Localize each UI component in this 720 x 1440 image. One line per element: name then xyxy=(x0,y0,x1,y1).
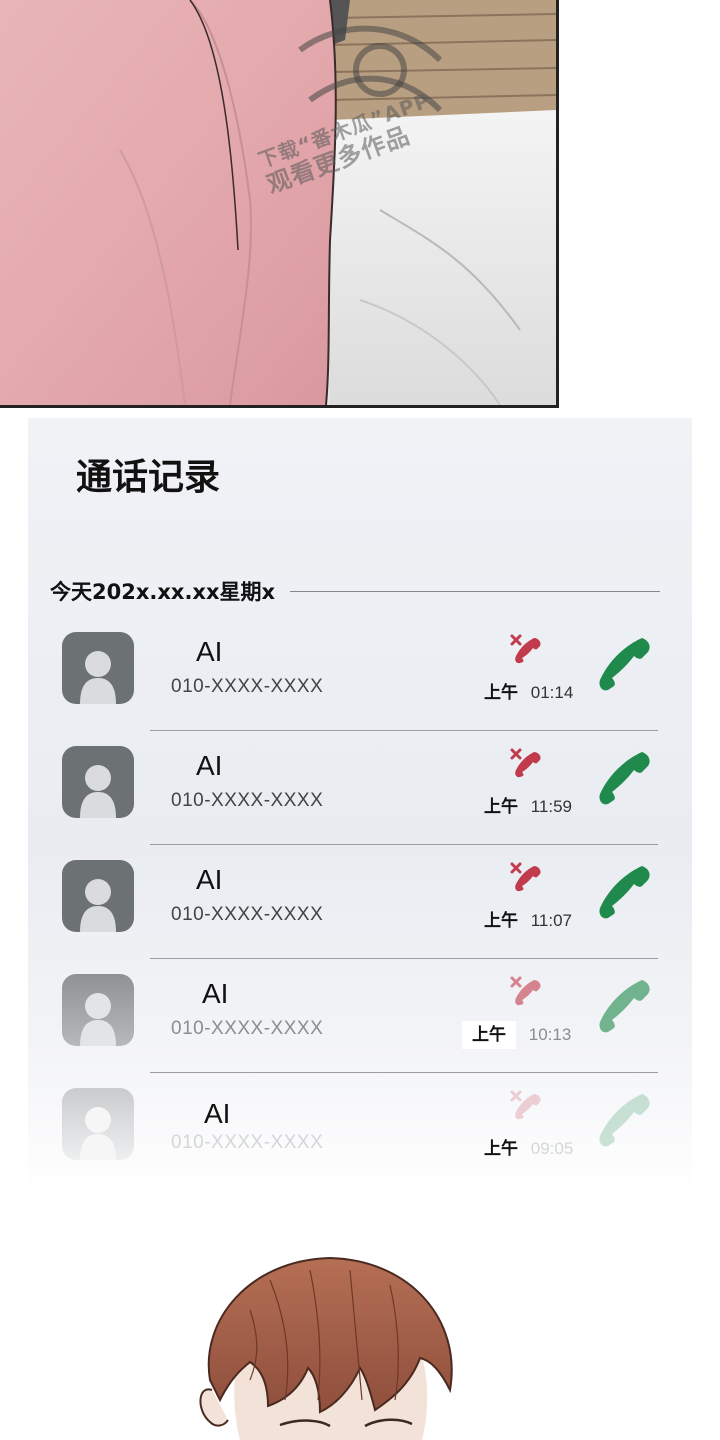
person-icon xyxy=(80,1107,116,1160)
comic-panel-top: 下载“番木瓜”APP 观看更多作品 xyxy=(0,0,559,408)
call-entry[interactable]: AI 010-XXXX-XXXX 上午 10:13 xyxy=(28,960,692,1073)
phone-number: 010-XXXX-XXXX xyxy=(171,676,324,697)
time-value: 01:14 xyxy=(530,683,574,702)
time-value: 09:05 xyxy=(530,1139,574,1158)
time-value: 11:07 xyxy=(530,911,573,930)
phone-call-icon[interactable] xyxy=(596,748,654,806)
person-icon xyxy=(80,765,116,818)
row-divider xyxy=(150,958,658,959)
avatar xyxy=(62,1088,134,1160)
call-time: 上午 01:14 xyxy=(484,678,573,703)
phone-number: 010-XXXX-XXXX xyxy=(171,904,324,925)
avatar xyxy=(62,632,134,704)
phone-number: 010-XXXX-XXXX xyxy=(171,1018,324,1039)
time-value: 11:59 xyxy=(530,797,573,816)
phone-call-icon[interactable] xyxy=(596,862,654,920)
contact-name: AI xyxy=(196,750,223,781)
call-entry[interactable]: AI 010-XXXX-XXXX 上午 11:59 xyxy=(28,732,692,845)
call-entry[interactable]: AI 010-XXXX-XXXX 上午 09:05 xyxy=(28,1074,692,1187)
date-header: 今天202x.xx.xx星期x xyxy=(50,576,660,606)
call-log-title: 通话记录 xyxy=(76,457,221,498)
row-divider xyxy=(150,730,658,731)
missed-call-icon xyxy=(510,634,541,664)
call-time: 上午 11:07 xyxy=(484,906,572,931)
person-icon xyxy=(80,879,116,932)
row-divider xyxy=(150,844,658,845)
phone-number: 010-XXXX-XXXX xyxy=(171,1132,324,1153)
time-ampm: 上午 xyxy=(484,1139,518,1159)
contact-name: AI xyxy=(196,864,223,895)
person-icon xyxy=(80,993,116,1046)
call-time: 上午 10:13 xyxy=(462,1020,572,1049)
avatar xyxy=(62,860,134,932)
contact-name: AI xyxy=(196,636,223,667)
missed-call-icon xyxy=(510,862,541,892)
comic-illustration-top xyxy=(0,0,556,405)
phone-call-icon[interactable] xyxy=(596,634,654,692)
date-label: 今天202x.xx.xx星期x xyxy=(50,580,276,604)
phone-number: 010-XXXX-XXXX xyxy=(171,790,324,811)
time-ampm: 上午 xyxy=(484,683,518,703)
time-ampm: 上午 xyxy=(484,797,518,817)
comic-panel-bottom xyxy=(150,1250,510,1440)
missed-call-icon xyxy=(510,1090,541,1120)
phone-call-icon[interactable] xyxy=(596,976,654,1034)
row-divider xyxy=(150,1072,658,1073)
phone-call-icon[interactable] xyxy=(596,1090,654,1148)
person-icon xyxy=(80,651,116,704)
time-ampm: 上午 xyxy=(484,911,518,931)
call-time: 上午 09:05 xyxy=(484,1134,573,1159)
contact-name: AI xyxy=(204,1098,231,1129)
missed-call-icon xyxy=(510,748,541,778)
date-divider xyxy=(290,591,660,592)
call-entry[interactable]: AI 010-XXXX-XXXX 上午 01:14 xyxy=(28,618,692,731)
call-time: 上午 11:59 xyxy=(484,792,572,817)
missed-call-icon xyxy=(510,976,541,1006)
call-log-panel: 通话记录 今天202x.xx.xx星期x AI 010-XXXX-XXXX 上午… xyxy=(28,418,692,1198)
avatar xyxy=(62,746,134,818)
time-ampm: 上午 xyxy=(462,1021,516,1049)
time-value: 10:13 xyxy=(528,1025,572,1044)
call-entry[interactable]: AI 010-XXXX-XXXX 上午 11:07 xyxy=(28,846,692,959)
avatar xyxy=(62,974,134,1046)
character-illustration xyxy=(199,1256,453,1440)
contact-name: AI xyxy=(202,978,229,1009)
